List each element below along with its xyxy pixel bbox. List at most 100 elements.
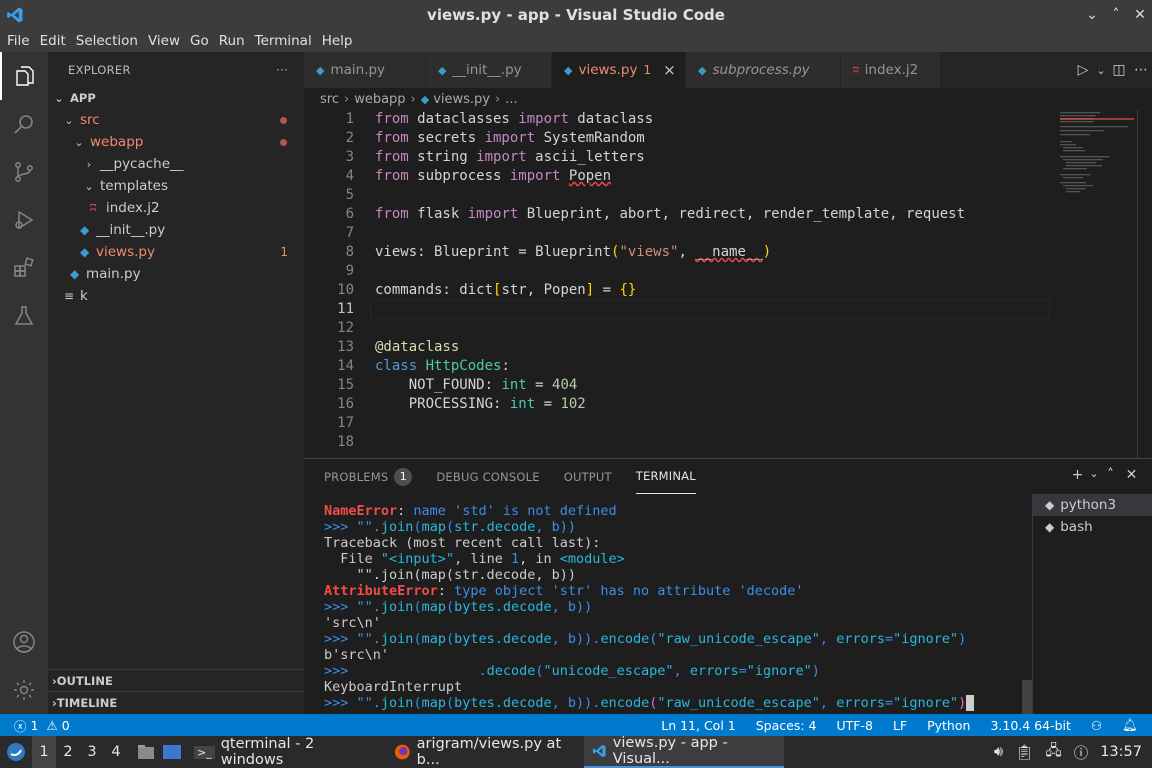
close-panel-icon[interactable]: ✕ <box>1121 467 1142 483</box>
tree-label: webapp <box>90 134 144 150</box>
tab-views-py[interactable]: ◆ views.py 1 × <box>552 52 686 88</box>
feedback-icon[interactable]: ⚇ <box>1091 718 1102 733</box>
menu-run[interactable]: Run <box>214 33 250 49</box>
terminal-icon: ◆ <box>1045 520 1055 534</box>
tree-file-init-py[interactable]: ◆ __init__.py <box>48 219 304 241</box>
problems-status[interactable]: ⓧ 1 ⚠ 0 <box>0 716 70 735</box>
tree-file-k[interactable]: ≡ k <box>48 285 304 307</box>
tab-output[interactable]: OUTPUT <box>564 459 612 494</box>
split-editor-icon[interactable]: ◫ <box>1108 62 1130 78</box>
breadcrumb-ellipsis[interactable]: ... <box>505 92 517 107</box>
explorer-root-app[interactable]: ⌄ APP <box>48 87 304 109</box>
code-line-3: from string import ascii_letters <box>375 149 645 165</box>
show-desktop-icon[interactable] <box>158 744 186 760</box>
workspace-3[interactable]: 3 <box>80 744 104 760</box>
minimap[interactable] <box>1058 110 1138 458</box>
terminal-item-bash[interactable]: ◆ bash <box>1033 516 1152 538</box>
workspace-2[interactable]: 2 <box>56 744 80 760</box>
code-editor[interactable]: 1 2 3 4 5 6 7 8 9 10 11 12 13 14 15 16 1… <box>304 110 1152 458</box>
tab-debug-console[interactable]: DEBUG CONSOLE <box>436 459 539 494</box>
tab-terminal[interactable]: TERMINAL <box>635 459 696 494</box>
task-firefox[interactable]: arigram/views.py at b... <box>386 736 584 768</box>
menu-selection[interactable]: Selection <box>71 33 143 49</box>
terminal-line: >>> "".join(map(bytes.decode, b)).encode… <box>324 631 967 647</box>
chevron-down-icon[interactable]: ⌄ <box>1094 64 1108 77</box>
breadcrumb-webapp[interactable]: webapp <box>354 92 405 107</box>
line-number: 14 <box>337 358 354 374</box>
clock[interactable]: 13:57 <box>1100 744 1142 760</box>
maximize-panel-icon[interactable]: ˄ <box>1100 467 1121 483</box>
more-actions-icon[interactable]: ⋯ <box>1130 62 1152 78</box>
clipboard-icon[interactable]: 📋︎ <box>1015 744 1033 761</box>
menu-edit[interactable]: Edit <box>35 33 71 49</box>
workspace-1[interactable]: 1 <box>32 736 56 768</box>
tree-file-index-j2[interactable]: ʭ index.j2 <box>48 197 304 219</box>
explorer-icon[interactable] <box>0 52 48 100</box>
close-tab-icon[interactable]: × <box>663 61 676 79</box>
tree-file-views-py[interactable]: ◆ views.py 1 <box>48 241 304 263</box>
notification-info-icon[interactable]: ⓘ <box>1074 742 1089 763</box>
task-vscode[interactable]: views.py - app - Visual... <box>584 735 784 768</box>
run-file-icon[interactable]: ▷ <box>1072 62 1094 78</box>
minimize-icon[interactable]: ⌄ <box>1080 0 1104 30</box>
terminal-icon: >_ <box>194 745 215 759</box>
network-icon[interactable]: 🖧 <box>1046 740 1062 765</box>
terminal-name: python3 <box>1060 497 1117 513</box>
tree-label: k <box>80 288 88 304</box>
more-actions-icon[interactable]: ··· <box>276 63 288 77</box>
testing-flask-icon[interactable] <box>0 292 48 340</box>
tree-folder-pycache[interactable]: › __pycache__ <box>48 153 304 175</box>
problem-count-badge: 1 <box>280 245 288 259</box>
python-interpreter[interactable]: 3.10.4 64-bit <box>990 718 1070 733</box>
account-icon[interactable] <box>0 618 48 666</box>
terminal-output[interactable]: NameError: name 'std' is not defined >>>… <box>324 503 1024 711</box>
extensions-icon[interactable] <box>0 244 48 292</box>
encoding[interactable]: UTF-8 <box>836 718 872 733</box>
task-qterminal[interactable]: >_ qterminal - 2 windows <box>186 736 386 768</box>
tab-index-j2[interactable]: ʭ index.j2 <box>841 52 941 88</box>
tab-subprocess-py[interactable]: ◆ subprocess.py <box>686 52 841 88</box>
menu-terminal[interactable]: Terminal <box>250 33 317 49</box>
breadcrumb-src[interactable]: src <box>320 92 339 107</box>
timeline-section[interactable]: › TIMELINE <box>48 691 304 713</box>
tab-problems[interactable]: PROBLEMS 1 <box>324 459 413 494</box>
cursor-position[interactable]: Ln 11, Col 1 <box>661 718 736 733</box>
indentation[interactable]: Spaces: 4 <box>756 718 817 733</box>
new-terminal-plus-icon[interactable]: + <box>1067 467 1088 483</box>
warning-count: 0 <box>61 717 70 733</box>
outline-section[interactable]: › OUTLINE <box>48 669 304 691</box>
error-icon: ⓧ <box>14 718 27 734</box>
restore-icon[interactable]: ˄ <box>1104 0 1128 30</box>
menu-file[interactable]: File <box>2 33 35 49</box>
tree-folder-templates[interactable]: ⌄ templates <box>48 175 304 197</box>
source-control-icon[interactable] <box>0 148 48 196</box>
menu-help[interactable]: Help <box>317 33 358 49</box>
end-of-line[interactable]: LF <box>893 718 907 733</box>
tab-main-py[interactable]: ◆ main.py <box>304 52 426 88</box>
settings-gear-icon[interactable] <box>0 666 48 714</box>
run-debug-icon[interactable] <box>0 196 48 244</box>
tree-folder-src[interactable]: ⌄ src <box>48 109 304 131</box>
editor-scrollbar[interactable] <box>1137 110 1138 458</box>
volume-icon[interactable]: 🔊︎ <box>994 744 1003 760</box>
line-number: 13 <box>337 339 354 355</box>
terminal-scrollbar[interactable] <box>1022 680 1032 714</box>
chevron-down-icon[interactable]: ⌄ <box>1088 467 1100 483</box>
timeline-label: TIMELINE <box>56 695 118 710</box>
menu-go[interactable]: Go <box>185 33 214 49</box>
close-window-icon[interactable]: ✕ <box>1128 0 1152 30</box>
notifications-bell-icon[interactable]: 🔔︎ <box>1122 717 1138 733</box>
workspace-4[interactable]: 4 <box>104 744 128 760</box>
search-icon[interactable] <box>0 100 48 148</box>
terminal-item-python3[interactable]: ◆ python3 <box>1033 494 1152 516</box>
tree-label: src <box>80 112 100 128</box>
breadcrumb-views-py[interactable]: views.py <box>433 92 490 107</box>
file-manager-icon[interactable] <box>134 744 158 760</box>
tree-file-main-py[interactable]: ◆ main.py <box>48 263 304 285</box>
python-file-icon: ◆ <box>1045 498 1055 512</box>
start-menu-icon[interactable] <box>0 742 32 762</box>
menu-view[interactable]: View <box>143 33 185 49</box>
language-mode[interactable]: Python <box>927 718 970 733</box>
tab-init-py[interactable]: ◆ __init__.py <box>426 52 552 88</box>
tree-folder-webapp[interactable]: ⌄ webapp <box>48 131 304 153</box>
